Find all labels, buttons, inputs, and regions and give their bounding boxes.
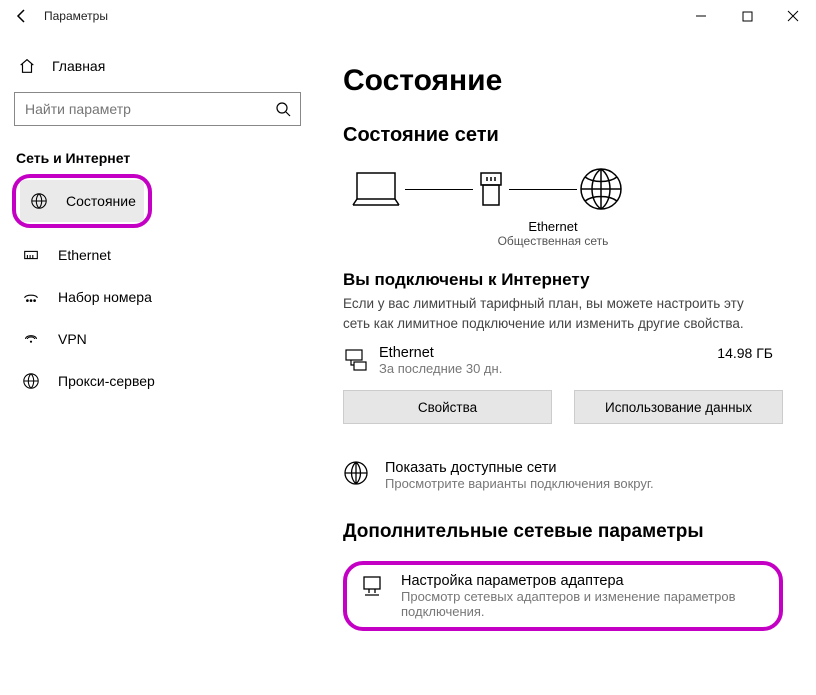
search-icon (274, 101, 292, 117)
nav-item-vpn[interactable]: VPN (12, 318, 303, 360)
diagram-center-label: Ethernet (343, 219, 763, 234)
advanced-heading: Дополнительные сетевые параметры (343, 521, 794, 543)
diagram-center-sub: Общественная сеть (343, 234, 763, 248)
section-status-heading: Состояние сети (343, 124, 794, 147)
adapter-sub: Просмотр сетевых адаптеров и изменение п… (401, 589, 767, 619)
usage-period: За последние 30 дн. (379, 361, 717, 376)
globe-icon (343, 460, 369, 491)
back-button[interactable] (8, 8, 36, 24)
home-icon (18, 57, 36, 75)
connected-title: Вы подключены к Интернету (343, 270, 794, 290)
window-title: Параметры (44, 9, 108, 23)
nav-list: Состояние Ethernet Набор номера (12, 174, 303, 402)
usage-value: 14.98 ГБ (717, 345, 773, 361)
content-area: Состояние Состояние сети Ethernet Общест… (315, 32, 816, 695)
adapter-title: Настройка параметров адаптера (401, 573, 767, 589)
diagram-labels: Ethernet Общественная сеть (343, 219, 763, 248)
connected-desc: Если у вас лимитный тарифный план, вы мо… (343, 294, 773, 333)
close-button[interactable] (770, 0, 816, 32)
available-networks-link[interactable]: Показать доступные сети Просмотрите вари… (343, 460, 794, 491)
nav-label: Состояние (66, 193, 136, 209)
adapter-settings-link[interactable]: Настройка параметров адаптера Просмотр с… (359, 573, 767, 619)
properties-button[interactable]: Свойства (343, 390, 552, 424)
maximize-button[interactable] (724, 0, 770, 32)
dialup-icon (22, 288, 40, 306)
minimize-button[interactable] (678, 0, 724, 32)
titlebar: Параметры (0, 0, 816, 32)
ethernet-usage-icon (343, 345, 379, 378)
network-diagram (347, 165, 794, 213)
nav-item-ethernet[interactable]: Ethernet (12, 234, 303, 276)
highlight-status: Состояние (12, 174, 152, 228)
nav-label: Набор номера (58, 289, 152, 305)
usage-name: Ethernet (379, 345, 717, 361)
page-title: Состояние (343, 64, 794, 98)
nav-item-dialup[interactable]: Набор номера (12, 276, 303, 318)
router-icon (473, 167, 509, 211)
category-header: Сеть и Интернет (16, 150, 303, 166)
nav-label: VPN (58, 331, 87, 347)
internet-globe-icon (577, 165, 625, 213)
data-usage-button[interactable]: Использование данных (574, 390, 783, 424)
vpn-icon (22, 330, 40, 348)
globe-icon (30, 192, 48, 210)
nav-item-proxy[interactable]: Прокси-сервер (12, 360, 303, 402)
search-box[interactable] (14, 92, 301, 126)
proxy-icon (22, 372, 40, 390)
nav-label: Ethernet (58, 247, 111, 263)
home-link[interactable]: Главная (12, 46, 303, 86)
sidebar: Главная Сеть и Интернет Состояние (0, 32, 315, 695)
usage-row: Ethernet За последние 30 дн. 14.98 ГБ (343, 345, 773, 378)
nav-item-status[interactable]: Состояние (20, 180, 144, 222)
highlight-adapter: Настройка параметров адаптера Просмотр с… (343, 561, 783, 631)
nav-label: Прокси-сервер (58, 373, 155, 389)
available-sub: Просмотрите варианты подключения вокруг. (385, 476, 654, 491)
laptop-icon (347, 167, 405, 211)
adapter-icon (359, 573, 385, 604)
ethernet-icon (22, 246, 40, 264)
available-title: Показать доступные сети (385, 460, 654, 476)
home-label: Главная (52, 58, 105, 74)
search-input[interactable] (23, 100, 274, 118)
settings-window: Параметры Главная С (0, 0, 816, 695)
